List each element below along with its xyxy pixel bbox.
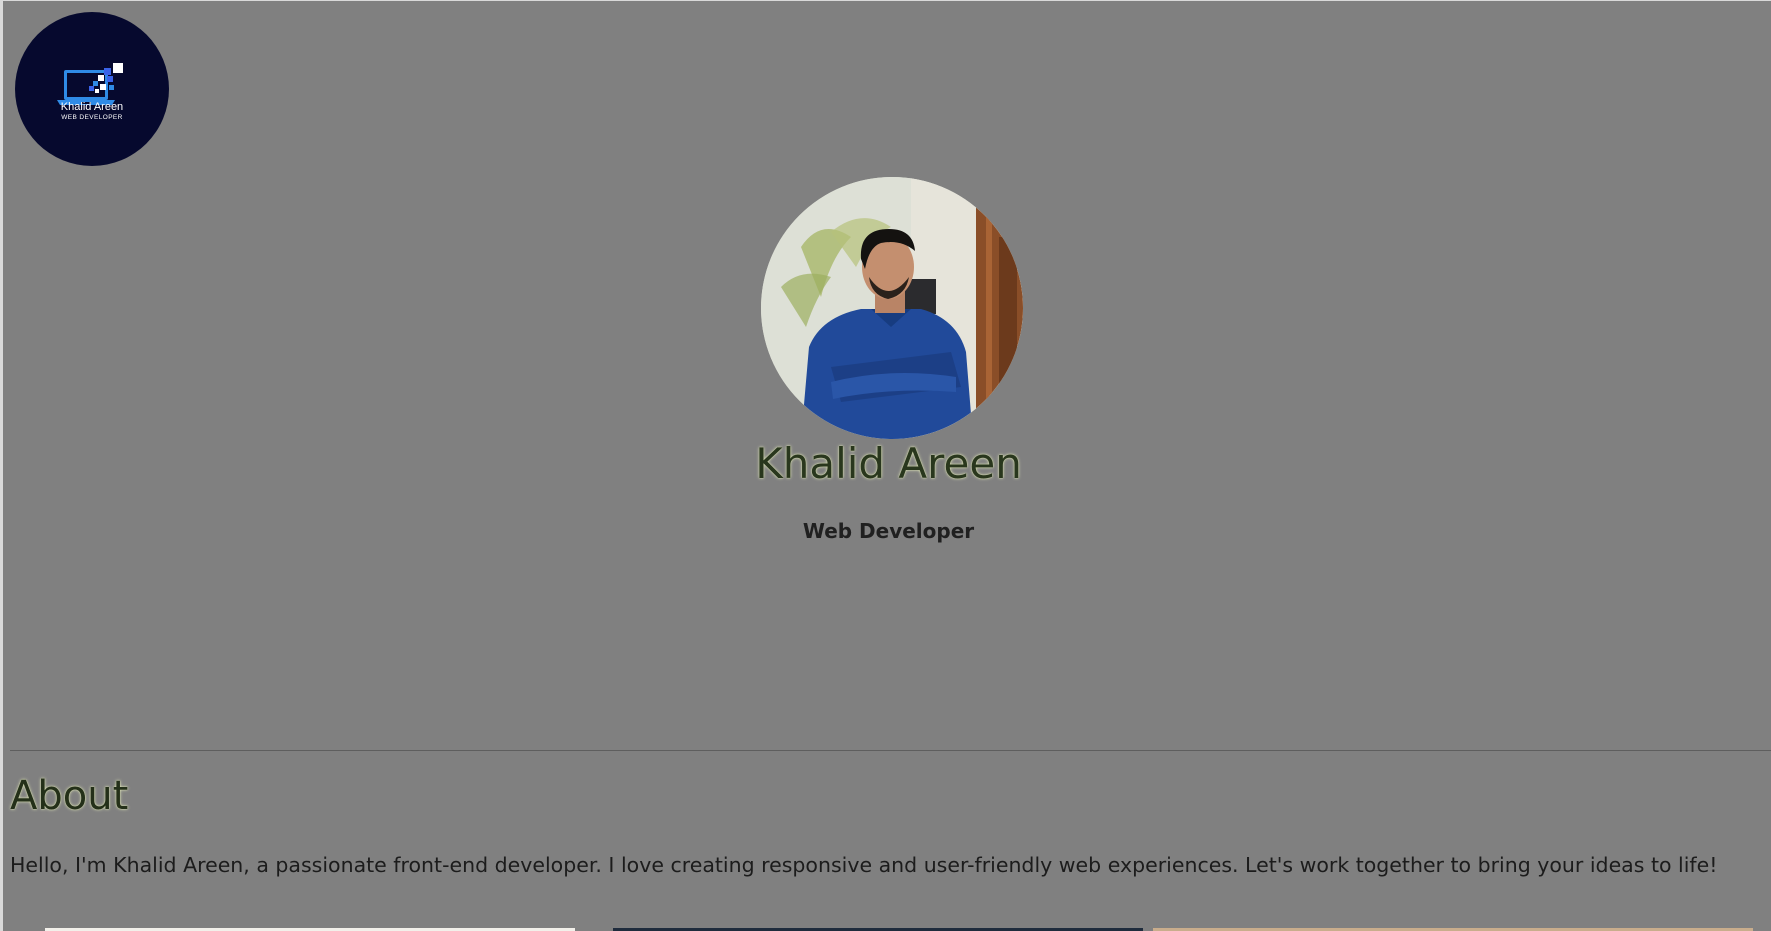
logo-role: WEB DEVELOPER — [61, 114, 123, 121]
profile-photo-image — [761, 177, 1023, 439]
hero-role: Web Developer — [802, 519, 975, 543]
about-title: About — [10, 773, 129, 819]
logo-name: Khalid Areen — [60, 101, 124, 113]
section-divider — [10, 750, 1771, 751]
laptop-pixels-icon — [57, 63, 123, 105]
site-logo[interactable]: Khalid Areen WEB DEVELOPER — [15, 12, 169, 166]
profile-photo — [761, 177, 1023, 439]
about-text: Hello, I'm Khalid Areen, a passionate fr… — [10, 853, 1718, 877]
page: Khalid Areen WEB DEVELOPER Khalid Areen … — [0, 0, 1771, 931]
hero-name: Khalid Areen — [755, 439, 1022, 488]
